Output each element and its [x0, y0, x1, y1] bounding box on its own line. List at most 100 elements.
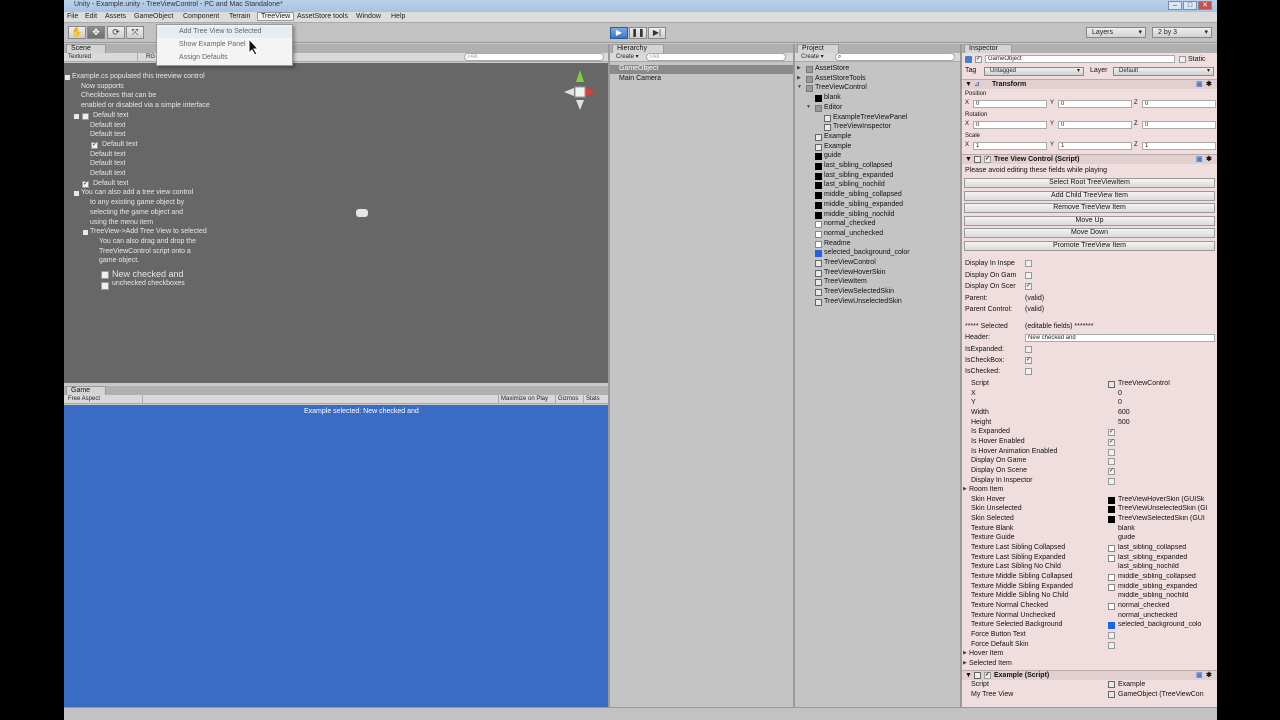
tree-item-label[interactable]: Default text — [90, 151, 125, 158]
tree-item-label[interactable]: TreeViewControl script onto a — [99, 248, 191, 255]
property-checkbox[interactable] — [1108, 477, 1115, 485]
treeview-action-button[interactable]: Add Child TreeView Item — [964, 190, 1215, 201]
tab-hierarchy[interactable]: Hierarchy — [612, 44, 664, 53]
my-tree-view-value[interactable]: GameObject (TreeViewCon — [1118, 691, 1204, 698]
project-item[interactable]: TreeViewItem — [824, 278, 867, 285]
project-item[interactable]: Example — [824, 133, 851, 140]
tab-project[interactable]: Project — [797, 44, 839, 53]
tree-item-label[interactable]: Default text — [90, 122, 125, 129]
project-item[interactable]: TreeViewInspector — [833, 123, 891, 130]
pause-button[interactable]: ❚❚ — [629, 27, 647, 39]
hierarchy-search-input[interactable]: ⌕All — [646, 53, 786, 61]
property-checkbox[interactable] — [1108, 448, 1115, 456]
project-item[interactable]: middle_sibling_expanded — [824, 201, 903, 208]
property-checkbox[interactable] — [1108, 631, 1115, 639]
tree-expander-icon[interactable] — [65, 75, 70, 80]
scale-x-field[interactable]: 1 — [973, 142, 1047, 150]
property-value[interactable]: guide — [1118, 534, 1135, 541]
menu-help[interactable]: Help — [391, 13, 405, 20]
menu-file[interactable]: File — [67, 13, 78, 20]
menu-item-add-tree-view[interactable]: Add Tree View to Selected — [157, 26, 292, 38]
tree-item-label[interactable]: enabled or disabled via a simple interfa… — [81, 102, 210, 109]
tree-item-label[interactable]: Default text — [90, 170, 125, 177]
property-value[interactable]: blank — [1118, 525, 1135, 532]
scale-z-field[interactable]: 1 — [1142, 142, 1216, 150]
tree-item-label[interactable]: Default text — [93, 180, 128, 187]
property-value[interactable]: 600 — [1118, 409, 1130, 416]
project-item[interactable]: TreeViewControl — [815, 84, 867, 91]
project-item[interactable]: last_sibling_collapsed — [824, 162, 892, 169]
display-game-checkbox[interactable] — [1025, 272, 1032, 279]
property-value[interactable]: 500 — [1118, 419, 1130, 426]
menu-gameobject[interactable]: GameObject — [134, 13, 173, 20]
project-item[interactable]: AssetStoreTools — [815, 75, 866, 82]
tree-item-checkbox[interactable] — [101, 282, 109, 290]
stats-toggle[interactable]: Stats — [583, 395, 600, 403]
tree-item-label[interactable]: Now supports — [81, 83, 124, 90]
property-value[interactable]: middle_sibling_collapsed — [1118, 573, 1196, 580]
property-checkbox[interactable]: ✓ — [1108, 467, 1115, 475]
tree-item-label[interactable]: You can also drag and drop the — [99, 238, 196, 245]
example-script-value[interactable]: Example — [1118, 681, 1145, 688]
tree-item-label[interactable]: You can also add a tree view control — [81, 189, 193, 196]
project-item[interactable]: Editor — [824, 104, 842, 111]
treeview-script-header[interactable]: ▼ ✓ Tree View Control (Script) ▣ ✱ — [962, 154, 1217, 164]
foldout-arrow-icon[interactable]: ▶ — [963, 660, 967, 666]
project-item[interactable]: normal_checked — [824, 220, 875, 227]
project-create-dropdown[interactable]: Create ▾ — [801, 53, 824, 61]
tree-item-label[interactable]: Default text — [102, 141, 137, 148]
rotation-z-field[interactable]: 0 — [1142, 121, 1216, 129]
property-value[interactable]: selected_background_colo — [1118, 621, 1201, 628]
property-checkbox[interactable] — [1108, 458, 1115, 466]
project-item[interactable]: Example — [824, 143, 851, 150]
property-checkbox[interactable]: ✓ — [1108, 438, 1115, 446]
display-inspector-checkbox[interactable] — [1025, 260, 1032, 267]
rotation-y-field[interactable]: 0 — [1058, 121, 1132, 129]
property-checkbox[interactable]: ✓ — [1108, 429, 1115, 437]
scale-tool-button[interactable]: ⤧ — [126, 26, 144, 39]
tree-item-checkbox[interactable] — [82, 112, 89, 120]
tree-item-label[interactable]: Example.cs populated this treeview contr… — [72, 73, 205, 80]
property-value[interactable]: 0 — [1118, 390, 1122, 397]
tree-item-label[interactable]: Default text — [90, 160, 125, 167]
hierarchy-item-main-camera[interactable]: Main Camera — [619, 75, 661, 82]
scene-gizmo-icon[interactable] — [560, 68, 600, 112]
property-value[interactable]: TreeViewUnselectedSkin (Gl — [1118, 505, 1207, 512]
property-value[interactable]: normal_unchecked — [1118, 612, 1177, 619]
hierarchy-create-dropdown[interactable]: Create ▾ — [616, 53, 639, 61]
treeview-action-button[interactable]: Promote TreeView Item — [964, 241, 1215, 251]
menu-component[interactable]: Component — [183, 13, 219, 20]
gear-icon[interactable]: ✱ — [1206, 80, 1212, 89]
gizmos-toggle[interactable]: Gizmos — [555, 395, 578, 403]
menu-assets[interactable]: Assets — [105, 13, 126, 20]
tree-expander-icon[interactable] — [83, 230, 88, 236]
project-item[interactable]: guide — [824, 152, 841, 159]
maximize-button[interactable]: □ — [1183, 1, 1197, 10]
gear-icon[interactable]: ✱ — [1206, 671, 1212, 680]
static-checkbox[interactable] — [1179, 56, 1186, 63]
tree-item-label[interactable]: Default text — [90, 131, 125, 138]
hand-tool-button[interactable]: ✋ — [68, 26, 86, 39]
foldout-arrow-icon[interactable]: ▶ — [797, 75, 801, 81]
tree-item-label[interactable]: using the menu item — [90, 219, 153, 226]
move-tool-button[interactable]: ✥ — [87, 26, 105, 39]
foldout-arrow-icon[interactable]: ▶ — [797, 65, 801, 71]
header-field[interactable]: New checked and — [1025, 334, 1215, 342]
tab-inspector[interactable]: Inspector — [964, 44, 1012, 53]
aspect-dropdown[interactable]: Free Aspect — [68, 395, 143, 403]
menu-terrain[interactable]: Terrain — [229, 13, 250, 20]
project-item[interactable]: selected_background_color — [824, 249, 910, 256]
display-scene-checkbox[interactable]: ✓ — [1025, 283, 1032, 290]
project-item[interactable]: TreeViewSelectedSkin — [824, 288, 894, 295]
step-button[interactable]: ▶| — [648, 27, 666, 39]
project-item[interactable]: TreeViewUnselectedSkin — [824, 298, 902, 305]
menu-item-assign-defaults[interactable]: Assign Defaults — [157, 52, 292, 64]
tree-item-label[interactable]: to any existing game object by — [90, 199, 184, 206]
maximize-on-play-toggle[interactable]: Maximize on Play — [498, 395, 548, 403]
tree-item-label[interactable]: New checked and — [112, 269, 184, 279]
position-y-field[interactable]: 0 — [1058, 100, 1132, 108]
project-search-input[interactable]: ⌕ — [835, 53, 955, 61]
position-z-field[interactable]: 0 — [1142, 100, 1216, 108]
rgb-dropdown[interactable]: RG — [146, 53, 155, 61]
gear-icon[interactable]: ✱ — [1206, 155, 1212, 164]
